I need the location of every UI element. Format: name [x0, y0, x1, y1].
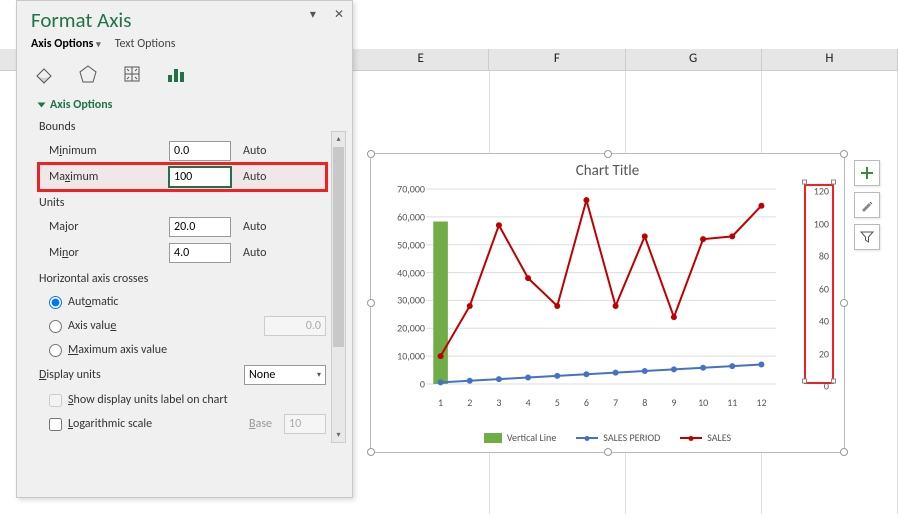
row-maximum: Maximum Auto — [39, 164, 326, 190]
radio-max-axis-input[interactable] — [49, 344, 62, 357]
show-units-checkbox — [49, 394, 62, 407]
radio-automatic[interactable]: Automatic — [39, 290, 326, 314]
chart-styles-button[interactable] — [854, 192, 880, 218]
radio-max-axis-value[interactable]: Maximum axis value — [39, 338, 326, 362]
row-display-units: Display units None▾ — [39, 362, 326, 388]
legend-vertical-line[interactable]: Vertical Line — [484, 431, 556, 444]
plot-area[interactable] — [426, 189, 776, 384]
tab-text-options[interactable]: Text Options — [115, 37, 176, 51]
primary-y-axis[interactable]: 010,00020,00030,00040,00050,00060,00070,… — [383, 184, 425, 384]
display-units-label: Display units — [39, 368, 101, 382]
resize-handle[interactable] — [367, 299, 375, 307]
chart-side-buttons — [854, 160, 880, 250]
minor-label: Minor — [49, 246, 79, 260]
scroll-down-icon[interactable]: ▾ — [333, 428, 344, 442]
resize-handle[interactable] — [367, 150, 375, 158]
log-scale-checkbox[interactable] — [49, 418, 62, 431]
format-axis-pane: Format Axis ▾ ✕ Axis Options ▾ Text Opti… — [16, 0, 353, 498]
radio-axis-value-input[interactable] — [49, 320, 62, 333]
legend-sales-period[interactable]: SALES PERIOD — [576, 431, 660, 444]
maximum-auto[interactable]: Auto — [243, 170, 266, 184]
chart-object[interactable]: Chart Title 010,00020,00030,00040,00050,… — [370, 153, 845, 453]
maximum-input[interactable] — [169, 167, 231, 187]
maximum-label: Maximum — [49, 170, 98, 184]
tab-axis-options[interactable]: Axis Options ▾ — [31, 37, 101, 51]
pane-title: Format Axis — [31, 7, 338, 33]
row-minor: Minor Auto — [39, 240, 326, 266]
pane-scrollbar[interactable]: ▴ ▾ — [331, 131, 346, 443]
legend-sales[interactable]: SALES — [680, 431, 731, 444]
legend[interactable]: Vertical Line SALES PERIOD SALES — [371, 431, 844, 444]
minimum-auto[interactable]: Auto — [243, 144, 266, 158]
minor-input[interactable] — [169, 243, 231, 263]
axis-icon[interactable] — [163, 61, 189, 86]
resize-handle[interactable] — [604, 150, 612, 158]
units-label: Units — [39, 196, 326, 210]
pane-menu-icon[interactable]: ▾ — [310, 7, 316, 22]
log-base-input — [284, 414, 326, 434]
minimum-label: Minimum — [49, 144, 97, 158]
resize-handle[interactable] — [604, 448, 612, 456]
col-h[interactable]: H — [762, 49, 898, 70]
radio-automatic-input[interactable] — [49, 296, 62, 309]
row-major: Major Auto — [39, 214, 326, 240]
hcross-label: Horizontal axis crosses — [39, 272, 326, 286]
scroll-thumb[interactable] — [333, 147, 344, 347]
size-icon[interactable] — [119, 61, 145, 86]
minimum-input[interactable] — [169, 141, 231, 161]
col-g[interactable]: G — [626, 49, 762, 70]
major-auto[interactable]: Auto — [243, 220, 266, 234]
axis-value-input[interactable] — [264, 316, 326, 336]
bounds-label: Bounds — [39, 120, 326, 134]
col-e[interactable]: E — [353, 49, 489, 70]
fill-icon[interactable] — [31, 61, 57, 86]
resize-handle[interactable] — [367, 448, 375, 456]
major-input[interactable] — [169, 217, 231, 237]
scroll-up-icon[interactable]: ▴ — [333, 132, 344, 146]
resize-handle[interactable] — [840, 150, 848, 158]
row-log-scale[interactable]: Logarithmic scale Base — [39, 412, 326, 436]
radio-axis-value[interactable]: Axis value — [39, 314, 326, 338]
section-axis-options[interactable]: Axis Options — [39, 98, 326, 112]
effects-icon[interactable] — [75, 61, 101, 86]
pane-close-icon[interactable]: ✕ — [334, 7, 344, 22]
resize-handle[interactable] — [840, 299, 848, 307]
chart-title[interactable]: Chart Title — [371, 162, 844, 180]
chart-elements-button[interactable] — [854, 160, 880, 186]
col-f[interactable]: F — [489, 49, 625, 70]
secondary-y-axis-selected[interactable]: 020406080100120 — [804, 184, 834, 384]
chart-filters-button[interactable] — [854, 224, 880, 250]
row-show-units-label: Show display units label on chart — [39, 388, 326, 412]
display-units-select[interactable]: None▾ — [244, 365, 326, 385]
row-minimum: Minimum Auto — [39, 138, 326, 164]
major-label: Major — [49, 220, 78, 234]
minor-auto[interactable]: Auto — [243, 246, 266, 260]
resize-handle[interactable] — [840, 448, 848, 456]
x-axis[interactable]: 123456789101112 — [426, 396, 776, 412]
